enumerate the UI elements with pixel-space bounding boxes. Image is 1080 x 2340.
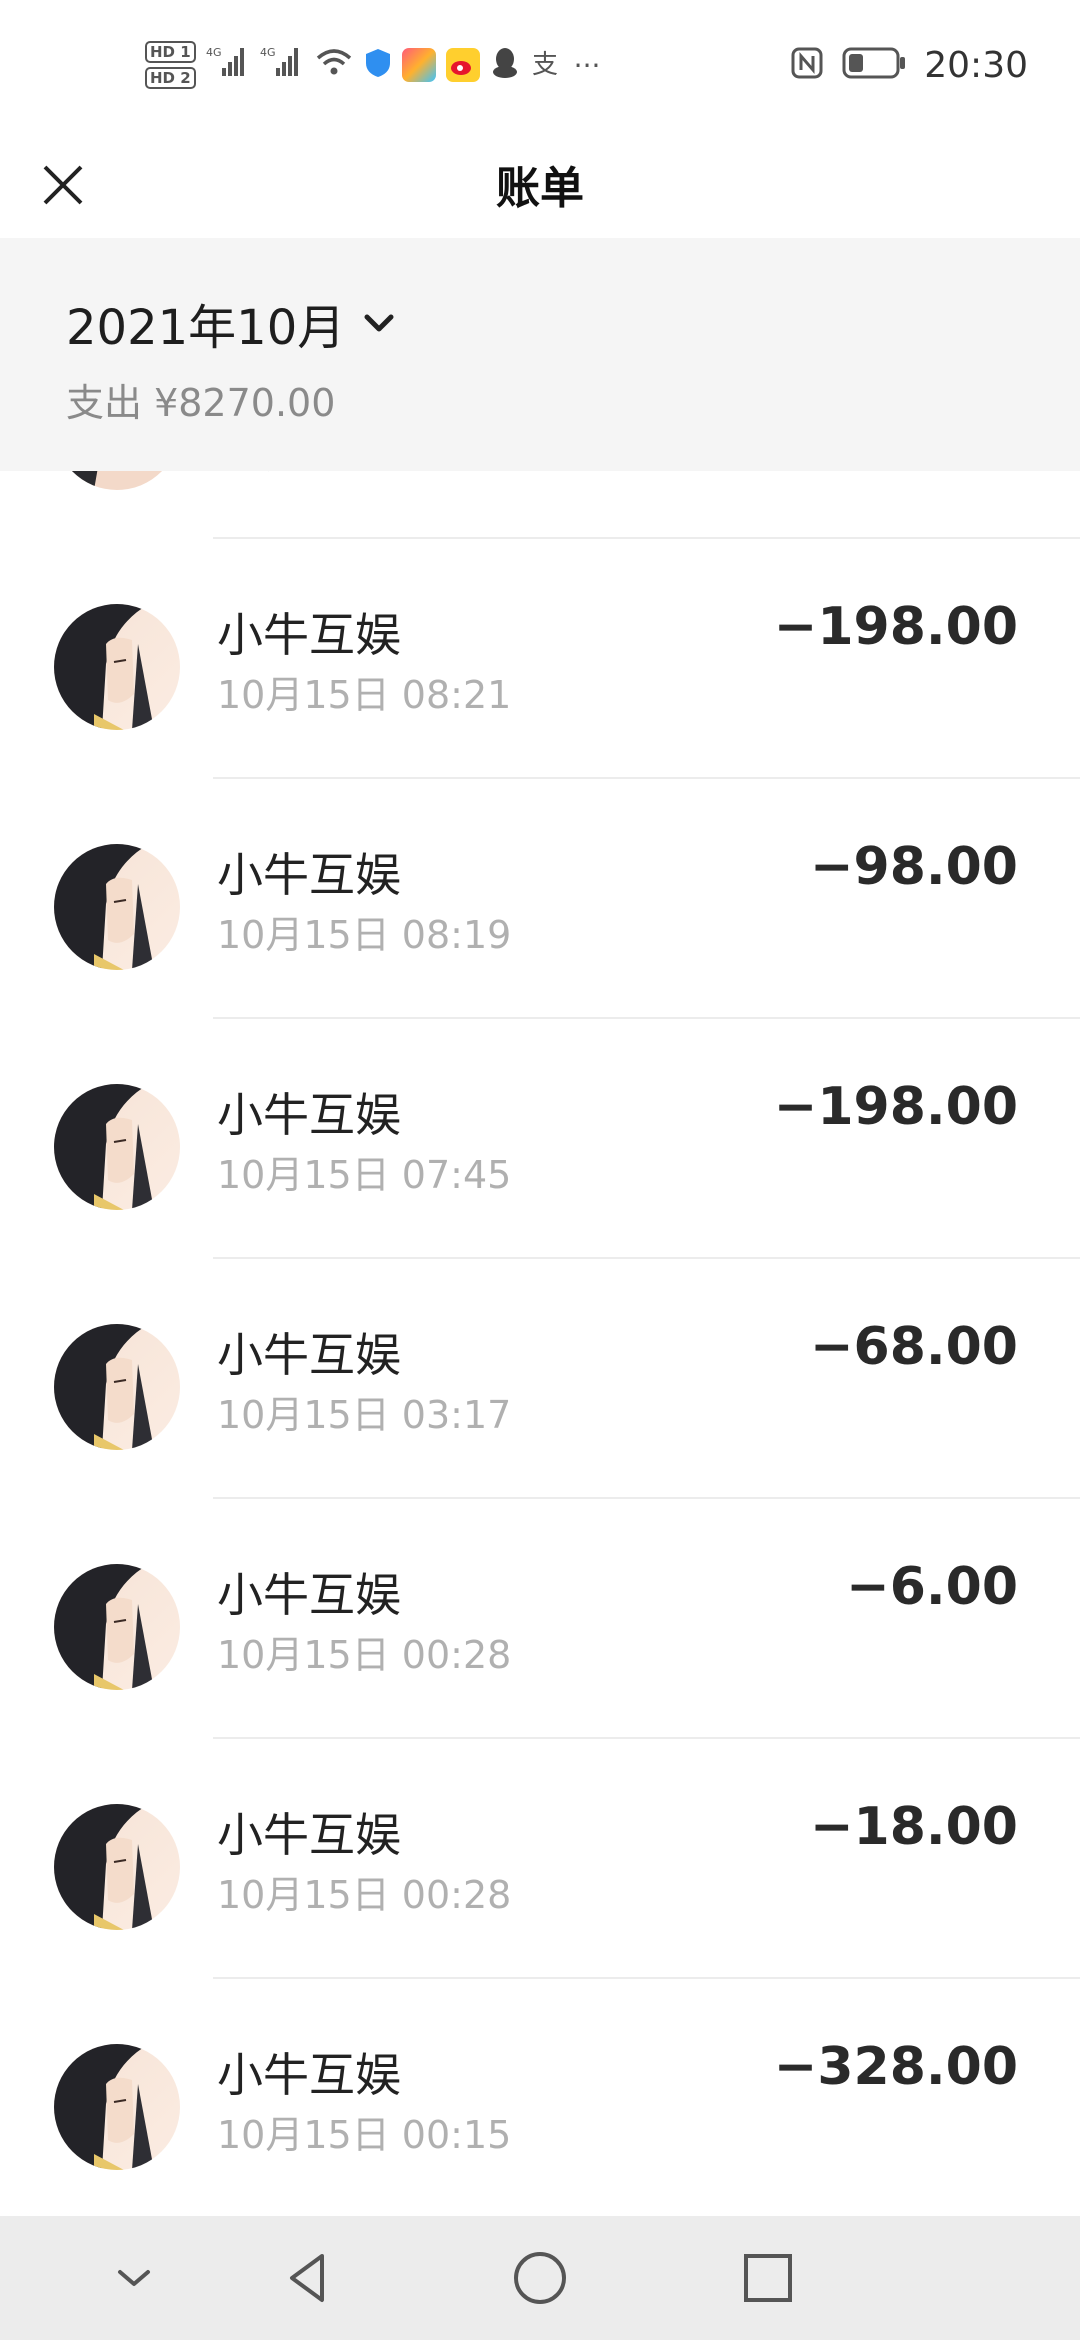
chevron-down-icon (364, 314, 394, 332)
system-nav-bar (0, 2216, 1080, 2340)
alipay-icon: 支 (530, 46, 564, 84)
transaction-time: 10月15日 08:22 (217, 471, 511, 479)
list-item[interactable]: 小牛互娱 10月15日 08:21 −198.00 (0, 539, 1080, 779)
transaction-amount: −98.00 (809, 837, 1018, 897)
merchant-name: 小牛互娱 (217, 1808, 401, 1862)
status-icons-left: HD 1 HD 2 4G 4G 支 ··· (145, 30, 600, 100)
avatar (54, 471, 180, 490)
recent-square-icon (744, 2254, 792, 2302)
merchant-name: 小牛互娱 (217, 1328, 401, 1382)
transaction-time: 10月15日 08:19 (217, 913, 512, 957)
back-triangle-icon (290, 2254, 324, 2302)
nav-recent-button[interactable] (738, 2248, 798, 2308)
merchant-name: 小牛互娱 (217, 848, 401, 902)
month-summary: 2021年10月 支出 ¥8270.00 (0, 238, 1080, 471)
merchant-name: 小牛互娱 (217, 1568, 401, 1622)
transaction-time: 10月15日 00:15 (217, 2113, 512, 2157)
status-icons-right: 20:30 (790, 30, 1028, 100)
app-notification-icon (401, 48, 436, 82)
merchant-name: 小牛互娱 (217, 1088, 401, 1142)
svg-text:支: 支 (532, 50, 558, 80)
qq-icon (490, 46, 520, 84)
transaction-amount: −198.00 (773, 597, 1018, 657)
list-item-partial[interactable]: 10月15日 08:22 (0, 471, 1080, 539)
merchant-name: 小牛互娱 (217, 2048, 401, 2102)
transaction-amount: −198.00 (773, 1077, 1018, 1137)
avatar (54, 844, 180, 970)
list-item[interactable]: 小牛互娱 10月15日 00:15 −328.00 (0, 1979, 1080, 2216)
wifi-icon (314, 46, 354, 84)
transaction-list[interactable]: 10月15日 08:22 小牛互娱10月15日 08:21−198.00小牛互娱… (0, 471, 1080, 2216)
list-item[interactable]: 小牛互娱 10月15日 03:17 −68.00 (0, 1259, 1080, 1499)
list-item[interactable]: 小牛互娱 10月15日 00:28 −6.00 (0, 1499, 1080, 1739)
transaction-time: 10月15日 08:21 (217, 673, 512, 717)
expense-total: 支出 ¥8270.00 (66, 381, 336, 425)
hd-indicator: HD 1 HD 2 (145, 41, 196, 89)
month-label: 2021年10月 (66, 300, 346, 356)
page-title: 账单 (496, 163, 584, 214)
avatar (54, 1324, 180, 1450)
transaction-time: 10月15日 00:28 (217, 1873, 512, 1917)
avatar (54, 2044, 180, 2170)
list-item[interactable]: 小牛互娱 10月15日 00:28 −18.00 (0, 1739, 1080, 1979)
nav-back-button[interactable] (278, 2248, 338, 2308)
battery-icon (842, 46, 906, 84)
signal-icon-2: 4G (260, 44, 304, 86)
transaction-time: 10月15日 00:28 (217, 1633, 512, 1677)
transaction-time: 10月15日 03:17 (217, 1393, 512, 1437)
svg-text:4G: 4G (260, 46, 276, 59)
merchant-name: 小牛互娱 (217, 608, 401, 662)
weibo-icon (445, 48, 480, 82)
signal-icon: 4G (206, 44, 250, 86)
hd2-badge: HD 2 (145, 67, 196, 89)
avatar (54, 1564, 180, 1690)
avatar (54, 604, 180, 730)
month-selector[interactable]: 2021年10月 (66, 288, 399, 358)
nav-home-button[interactable] (510, 2248, 570, 2308)
avatar (54, 1804, 180, 1930)
list-item[interactable]: 小牛互娱 10月15日 08:19 −98.00 (0, 779, 1080, 1019)
status-bar: HD 1 HD 2 4G 4G 支 ··· 20:30 (0, 0, 1080, 130)
avatar (54, 1084, 180, 1210)
transaction-amount: −6.00 (846, 1557, 1018, 1617)
home-circle-icon (514, 2252, 566, 2304)
svg-text:4G: 4G (206, 46, 222, 59)
transaction-amount: −68.00 (809, 1317, 1018, 1377)
more-notifications-icon: ··· (573, 48, 601, 82)
title-bar: 账单 (0, 130, 1080, 238)
nav-collapse-button[interactable] (104, 2248, 164, 2308)
nfc-icon (790, 46, 824, 84)
chevron-down-icon (118, 2270, 150, 2286)
hd1-badge: HD 1 (145, 41, 196, 63)
shield-icon (364, 47, 392, 83)
transaction-time: 10月15日 07:45 (217, 1153, 512, 1197)
transaction-amount: −328.00 (773, 2037, 1018, 2097)
clock: 20:30 (924, 44, 1028, 86)
list-item[interactable]: 小牛互娱 10月15日 07:45 −198.00 (0, 1019, 1080, 1259)
transaction-amount: −18.00 (809, 1797, 1018, 1857)
